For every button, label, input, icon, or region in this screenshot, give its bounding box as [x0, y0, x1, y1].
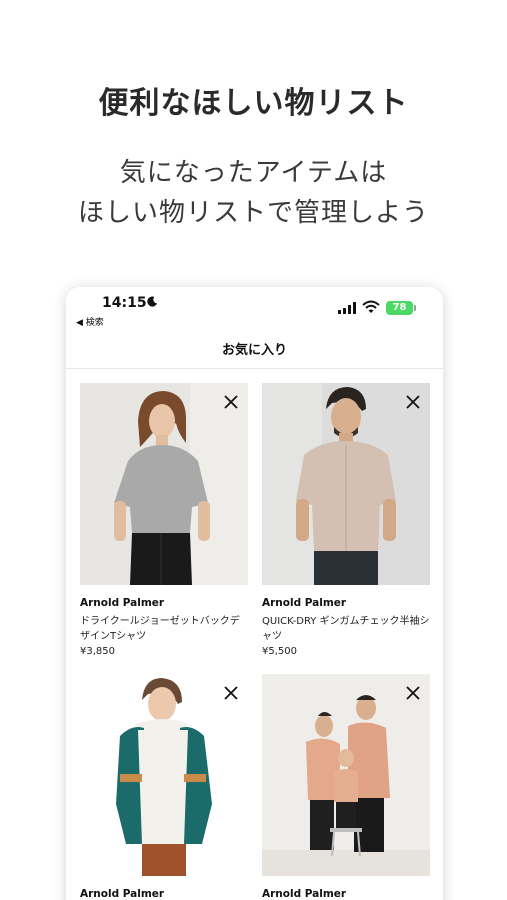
product-image[interactable]: [262, 383, 430, 585]
product-image[interactable]: [80, 383, 248, 585]
status-bar: 14:15 ◀ 検索 78: [66, 287, 443, 331]
product-name[interactable]: QUICK-DRY ギンガムチェック半袖シャツ: [262, 614, 430, 644]
battery-icon: 78: [386, 301, 413, 315]
product-image[interactable]: [262, 674, 430, 876]
nav-divider: [66, 368, 443, 369]
product-name[interactable]: ドライクールジョーゼットバックデザインTシャツ: [80, 614, 248, 644]
close-icon[interactable]: [220, 682, 242, 704]
back-to-search-link[interactable]: ◀ 検索: [76, 315, 104, 328]
wifi-icon: [362, 300, 380, 313]
battery-tip: [414, 305, 416, 311]
phone-screenshot: 14:15 ◀ 検索 78 お気に入り Arnold Palmer ドライクール…: [66, 287, 443, 900]
close-icon[interactable]: [402, 391, 424, 413]
cellular-signal-icon: [338, 302, 356, 314]
close-icon[interactable]: [220, 391, 242, 413]
promo-subline-2: ほしい物リストで管理しよう: [77, 198, 429, 228]
page-title: お気に入り: [221, 343, 287, 358]
moon-icon: [147, 296, 158, 307]
status-time: 14:15: [102, 295, 147, 311]
product-brand: Arnold Palmer: [80, 597, 165, 609]
close-icon[interactable]: [402, 682, 424, 704]
promo-subline-1: 気になったアイテムは: [119, 158, 388, 188]
product-image[interactable]: [80, 674, 248, 876]
product-price: ¥3,850: [80, 646, 115, 657]
product-brand: Arnold Palmer: [80, 888, 165, 900]
product-price: ¥5,500: [262, 646, 297, 657]
product-brand: Arnold Palmer: [262, 597, 347, 609]
product-brand: Arnold Palmer: [262, 888, 347, 900]
promo-headline: 便利なほしい物リスト: [98, 86, 409, 121]
